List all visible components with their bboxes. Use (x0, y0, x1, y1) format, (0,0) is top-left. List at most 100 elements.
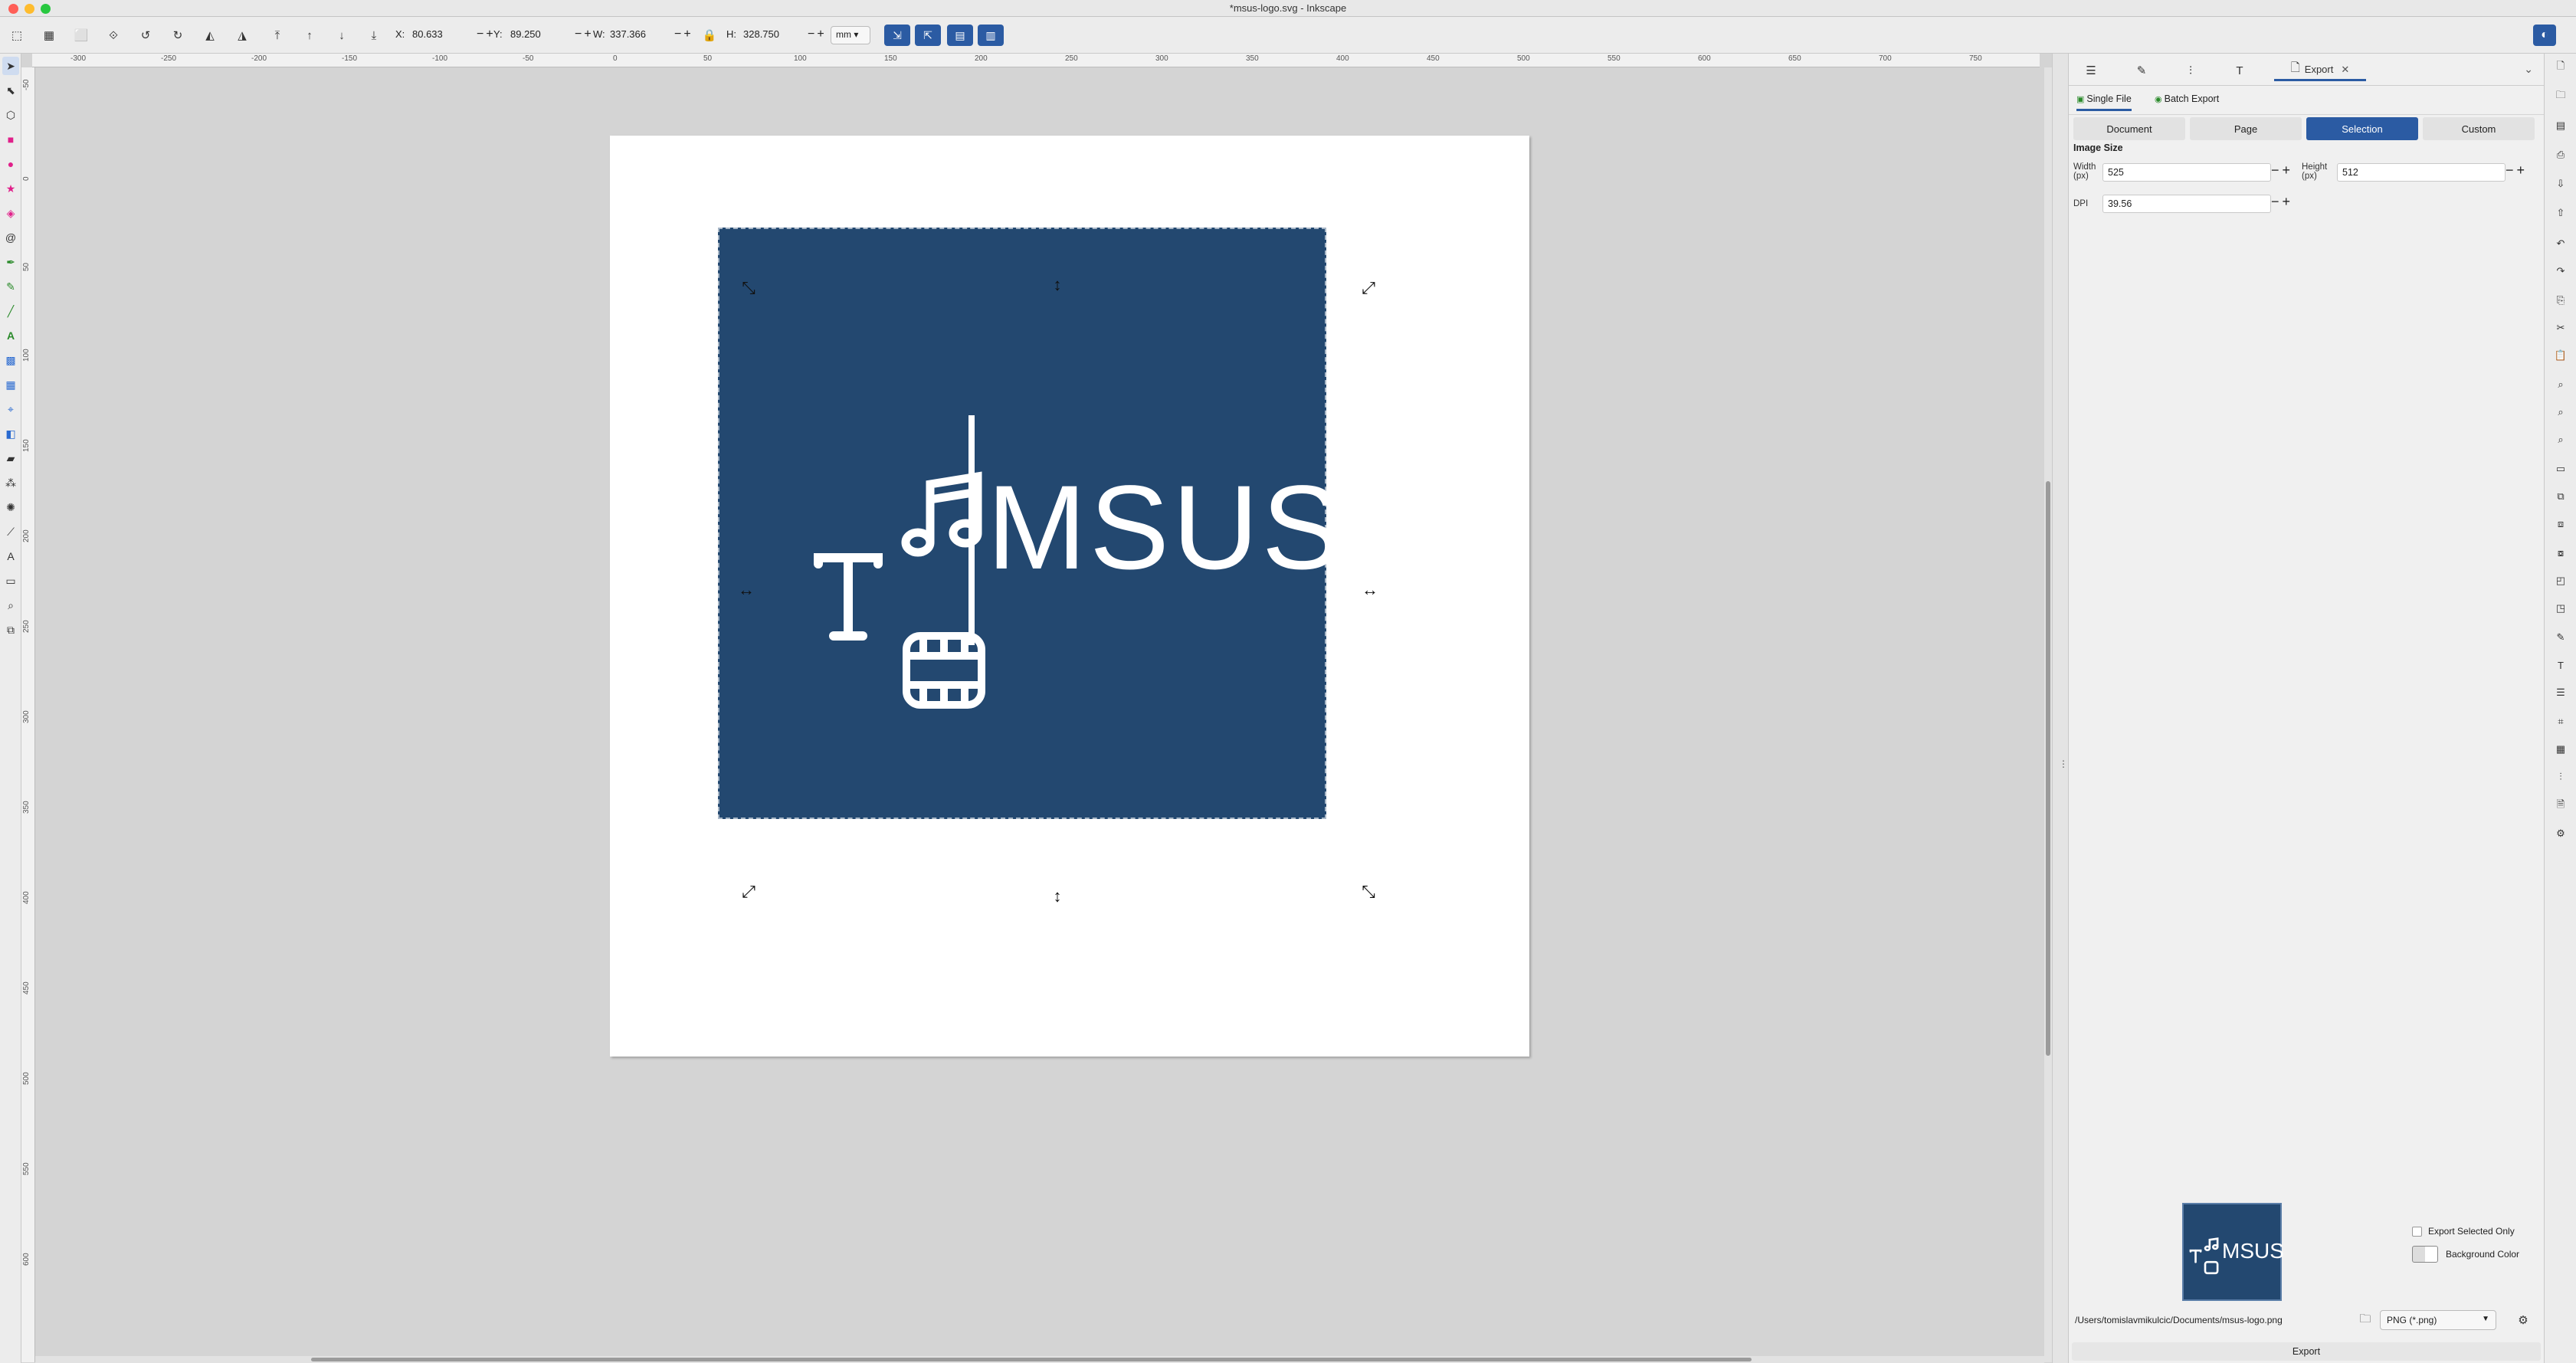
scale-stroke-icon[interactable]: ⇲ (884, 25, 910, 46)
horizontal-scroll-thumb[interactable] (311, 1358, 1752, 1361)
scale-handle-ne-icon[interactable]: ⤢ (1359, 279, 1378, 297)
dock-separator[interactable]: ⋮ (2052, 54, 2069, 1363)
dpi-input[interactable]: 39.56 (2102, 195, 2271, 213)
pen-tool-icon[interactable]: ✒ (2, 253, 19, 271)
scale-handle-w-icon[interactable]: ↔ (737, 581, 755, 599)
spiral-tool-icon[interactable]: @ (2, 228, 19, 247)
vertical-scroll-thumb[interactable] (2046, 481, 2050, 1056)
export-button[interactable]: Export (2072, 1342, 2541, 1361)
save-icon[interactable]: ▤ (2551, 116, 2570, 135)
width-stepper[interactable]: −+ (2271, 162, 2293, 179)
open-document-icon[interactable]: 🗀 (2551, 87, 2570, 106)
pencil-tool-icon[interactable]: ✎ (2, 277, 19, 296)
height-px-input[interactable]: 512 (2337, 163, 2506, 182)
scale-handle-n-icon[interactable]: ↕ (1048, 276, 1067, 294)
scale-handle-nw-icon[interactable]: ⤡ (739, 279, 758, 297)
vertical-ruler[interactable]: -50 0 50 100 150 200 250 300 350 400 450… (21, 67, 35, 1362)
import-icon[interactable]: ⇩ (2551, 175, 2570, 193)
tab-batch-export[interactable]: ◉ Batch Export (2155, 93, 2219, 109)
tweak-tool-icon[interactable]: ⬡ (2, 106, 19, 124)
height-stepper[interactable]: −+ (2506, 162, 2528, 179)
background-color-picker[interactable]: Background Color (2412, 1246, 2519, 1263)
fill-stroke-tab-icon[interactable]: ✎ (2130, 60, 2153, 81)
area-custom-button[interactable]: Custom (2423, 117, 2535, 140)
tab-single-file[interactable]: ▣ Single File (2076, 93, 2132, 111)
tweak-brush-icon[interactable]: ✺ (2, 498, 19, 516)
height-field[interactable]: H: 328.750 −+ (726, 28, 831, 41)
w-stepper[interactable]: −+ (674, 28, 697, 41)
flip-horizontal-icon[interactable]: ◭ (201, 26, 219, 44)
export-selected-only-checkbox[interactable]: Export Selected Only (2412, 1226, 2515, 1237)
checkbox-box[interactable] (2412, 1226, 2422, 1237)
x-coordinate-field[interactable]: X: 80.633 −+ (395, 28, 500, 41)
print-icon[interactable]: ⎙ (2551, 146, 2570, 164)
h-stepper[interactable]: −+ (808, 28, 831, 41)
redo-icon[interactable]: ↷ (2551, 262, 2570, 280)
raise-to-top-icon[interactable]: ⤒ (268, 26, 287, 44)
scale-corners-icon[interactable]: ⇱ (915, 25, 941, 46)
calligraphy-tool-icon[interactable]: ╱ (2, 302, 19, 320)
width-field[interactable]: W: 337.366 −+ (593, 28, 697, 41)
mesh-tool-icon[interactable]: ▦ (2, 375, 19, 394)
select-all-layers-icon[interactable]: ▦ (40, 26, 58, 44)
lower-icon[interactable]: ↓ (333, 26, 351, 44)
lpe-tool-icon[interactable]: A (2, 547, 19, 565)
zoom-drawing-icon[interactable]: ⌕ (2551, 403, 2570, 421)
zoom-tool-icon[interactable]: ⌕ (2, 596, 19, 614)
ungroup-icon[interactable]: ◳ (2551, 599, 2570, 618)
document-properties-icon[interactable]: 🗎 (2551, 797, 2570, 815)
gradient-tool-icon[interactable]: ▩ (2, 351, 19, 369)
group-icon[interactable]: ◰ (2551, 572, 2570, 590)
dpi-stepper[interactable]: −+ (2271, 194, 2293, 210)
dropper-tool-icon[interactable]: ⌖ (2, 400, 19, 418)
selector-tool-icon[interactable]: ➤ (2, 57, 19, 75)
horizontal-scrollbar[interactable] (35, 1356, 2044, 1363)
undo-icon[interactable]: ↶ (2551, 234, 2570, 253)
duplicate-icon[interactable]: ⧉ (2551, 487, 2570, 506)
area-selection-button[interactable]: Selection (2306, 117, 2418, 140)
export-format-select[interactable]: PNG (*.png) ▼ (2380, 1310, 2496, 1330)
export-icon[interactable]: ⇧ (2551, 204, 2570, 222)
horizontal-ruler[interactable]: -300 -250 -200 -150 -100 -50 0 50 100 15… (32, 54, 2040, 67)
deselect-icon[interactable]: ⬜ (72, 26, 90, 44)
export-filename-input[interactable]: /Users/tomislavmikulcic/Documents/msus-l… (2072, 1310, 2348, 1330)
fill-stroke-icon[interactable]: ✎ (2551, 628, 2570, 647)
scale-handle-se-icon[interactable]: ⤡ (1359, 883, 1378, 901)
node-tool-icon[interactable]: ⬉ (2, 81, 19, 100)
zoom-width-icon[interactable]: ▭ (2551, 460, 2570, 478)
paste-icon[interactable]: 📋 (2551, 346, 2570, 365)
rotate-cw-icon[interactable]: ↻ (169, 26, 187, 44)
swatches-icon[interactable]: ▦ (2551, 740, 2570, 758)
paint-bucket-tool-icon[interactable]: ◧ (2, 424, 19, 443)
zoom-selection-icon[interactable]: ⌕ (2551, 375, 2570, 394)
layers-tab-icon[interactable]: ☰ (2079, 60, 2102, 81)
scale-handle-sw-icon[interactable]: ⤢ (739, 883, 758, 901)
w-value[interactable]: 337.366 (610, 28, 674, 40)
connector-tool-icon[interactable]: ⟋ (2, 523, 19, 541)
area-document-button[interactable]: Document (2073, 117, 2185, 140)
unlink-clone-icon[interactable]: ⧇ (2551, 544, 2570, 562)
ellipse-tool-icon[interactable]: ● (2, 155, 19, 173)
copy-icon[interactable]: ⎘ (2551, 291, 2570, 310)
scale-handle-s-icon[interactable]: ↕ (1048, 887, 1067, 906)
move-gradients-icon[interactable]: ▤ (947, 25, 973, 46)
rotate-ccw-icon[interactable]: ↺ (136, 26, 155, 44)
layers-icon[interactable]: ☰ (2551, 683, 2570, 702)
xml-editor-icon[interactable]: ⌗ (2551, 713, 2570, 731)
align-tab-icon[interactable]: ⫶ (2179, 60, 2202, 81)
move-patterns-icon[interactable]: ▥ (978, 25, 1004, 46)
star-tool-icon[interactable]: ★ (2, 179, 19, 198)
align-distribute-icon[interactable]: ⫶ (2551, 768, 2570, 786)
zoom-page-icon[interactable]: ⌕ (2551, 431, 2570, 449)
scale-handle-e-icon[interactable]: ↔ (1361, 581, 1379, 599)
h-value[interactable]: 328.750 (743, 28, 808, 40)
text-font-icon[interactable]: T (2551, 656, 2570, 674)
text-tab-icon[interactable]: T (2228, 60, 2251, 81)
flip-vertical-icon[interactable]: ◮ (233, 26, 251, 44)
logo-icons-graphic[interactable] (766, 406, 996, 728)
width-px-input[interactable]: 525 (2102, 163, 2271, 182)
x-value[interactable]: 80.633 (412, 28, 477, 40)
gear-icon[interactable]: ⚙ (2513, 1310, 2533, 1330)
eraser-tool-icon[interactable]: ▰ (2, 449, 19, 467)
clone-icon[interactable]: ⧈ (2551, 515, 2570, 533)
